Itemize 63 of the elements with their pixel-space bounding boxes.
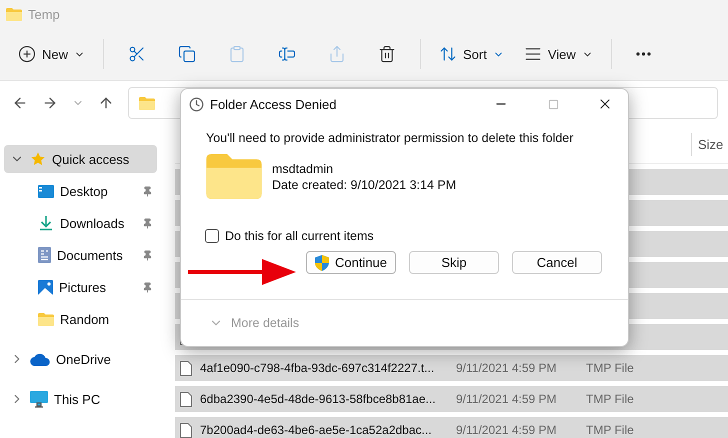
rename-icon bbox=[278, 45, 296, 63]
document-icon bbox=[38, 247, 51, 263]
share-icon bbox=[328, 45, 346, 63]
dialog-message: You'll need to provide administrator permission to delete this folder bbox=[206, 131, 574, 145]
file-name: 4af1e090-c798-4fba-93dc-697c314f2227.t... bbox=[200, 361, 436, 375]
folder-icon bbox=[38, 312, 54, 326]
sidebar-item[interactable]: Random bbox=[4, 305, 157, 333]
sidebar-item[interactable]: Quick access bbox=[4, 145, 157, 173]
star-icon bbox=[30, 151, 46, 167]
view-button[interactable]: View bbox=[516, 37, 601, 71]
column-header[interactable]: Size bbox=[691, 132, 728, 156]
checkbox-label: Do this for all current items bbox=[225, 229, 374, 243]
file-type: TMP File bbox=[586, 423, 635, 437]
sort-button[interactable]: Sort bbox=[431, 37, 512, 71]
file-type: TMP File bbox=[586, 392, 635, 406]
dialog-button[interactable]: Continue bbox=[306, 251, 396, 274]
download-icon bbox=[38, 215, 54, 231]
picture-icon bbox=[38, 280, 53, 294]
window-title: Temp bbox=[28, 6, 60, 22]
more-icon bbox=[636, 52, 651, 56]
date-created: Date created: 9/10/2021 3:14 PM bbox=[272, 178, 456, 192]
date-modified: 9/11/2021 4:59 PM bbox=[456, 392, 558, 406]
paste-icon bbox=[228, 45, 246, 63]
shield-icon bbox=[314, 254, 329, 270]
cloud-icon bbox=[30, 352, 50, 366]
sidebar-item[interactable]: Downloads bbox=[4, 209, 157, 237]
file-row[interactable]: 7b200ad4-de63-4be6-ae5e-1ca52a2dbac... 9/11/2021 4:59 PM TMP File bbox=[175, 417, 728, 438]
dialog-button[interactable]: Cancel bbox=[512, 251, 602, 274]
sidebar-item[interactable]: This PC bbox=[4, 385, 157, 413]
file-icon bbox=[180, 422, 192, 438]
sidebar-item[interactable]: Desktop bbox=[4, 177, 157, 205]
monitor-icon bbox=[30, 390, 48, 408]
new-button[interactable]: New bbox=[10, 37, 94, 71]
desktop-icon bbox=[38, 184, 54, 198]
folder-name: msdtadmin bbox=[272, 162, 334, 176]
file-row[interactable]: 4af1e090-c798-4fba-93dc-697c314f2227.t... 9/11/2021 4:59 PM TMP File bbox=[175, 355, 728, 381]
file-type: TMP File bbox=[586, 361, 635, 375]
file-icon bbox=[180, 392, 192, 406]
dialog-button[interactable]: Skip bbox=[409, 251, 499, 274]
delete-icon bbox=[378, 45, 396, 63]
cut-icon bbox=[128, 45, 146, 63]
file-name: 6dba2390-4e5d-48de-9613-58fbce8b81ae... bbox=[200, 392, 437, 406]
date-modified: 9/11/2021 4:59 PM bbox=[456, 361, 558, 375]
folder-icon bbox=[139, 96, 155, 110]
sidebar-item[interactable]: OneDrive bbox=[4, 345, 157, 373]
clock-icon bbox=[189, 96, 204, 112]
folder-icon bbox=[6, 8, 22, 20]
date-modified: 9/11/2021 4:59 PM bbox=[456, 423, 558, 437]
copy-icon bbox=[178, 45, 196, 63]
up-icon[interactable] bbox=[98, 95, 114, 111]
sidebar-item[interactable]: Documents bbox=[4, 241, 157, 269]
new-icon bbox=[18, 45, 36, 63]
dialog-title: Folder Access Denied bbox=[210, 96, 338, 112]
file-name: 7b200ad4-de63-4be6-ae5e-1ca52a2dbac... bbox=[200, 423, 433, 437]
file-icon bbox=[180, 360, 192, 376]
back-icon[interactable] bbox=[12, 95, 28, 111]
sort-icon bbox=[439, 45, 458, 63]
folder-icon bbox=[206, 154, 262, 199]
sidebar-item[interactable]: Pictures bbox=[4, 273, 157, 301]
file-row[interactable]: 6dba2390-4e5d-48de-9613-58fbce8b81ae... 9/11/2021 4:59 PM TMP File bbox=[175, 386, 728, 412]
view-icon bbox=[524, 45, 542, 63]
forward-icon[interactable] bbox=[42, 95, 58, 111]
checkbox[interactable] bbox=[205, 229, 219, 243]
